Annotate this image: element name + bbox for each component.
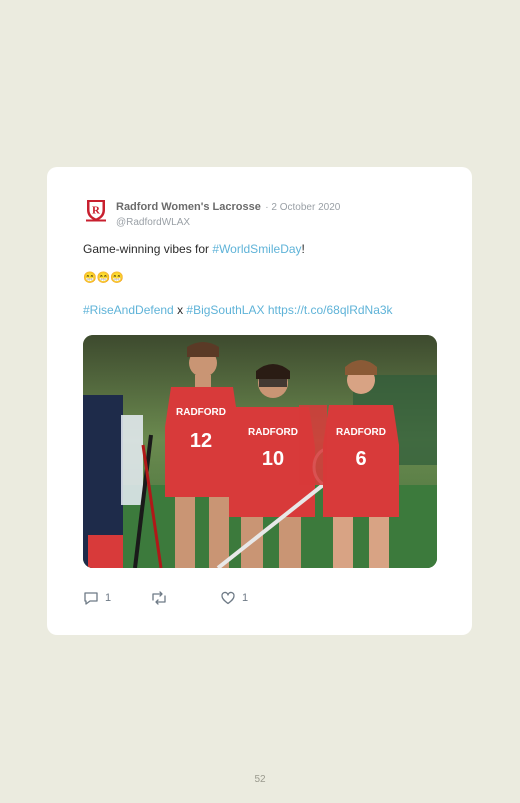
svg-text:RADFORD: RADFORD: [248, 427, 298, 438]
like-icon: [221, 591, 235, 605]
reply-icon: [84, 592, 98, 605]
reply-count: 1: [105, 592, 112, 604]
reply-button[interactable]: 1: [83, 590, 111, 606]
tweet-x-text: x: [173, 303, 187, 317]
tweet-text: Game-winning vibes for: [83, 242, 213, 256]
svg-text:12: 12: [190, 430, 212, 452]
author-name[interactable]: Radford Women's Lacrosse: [116, 201, 261, 213]
tweet-short-link[interactable]: https://t.co/68qlRdNa3k: [268, 303, 393, 317]
svg-text:R: R: [92, 205, 101, 217]
svg-text:RADFORD: RADFORD: [336, 427, 386, 438]
author-handle[interactable]: @RadfordWLAX: [116, 217, 340, 228]
like-count: 1: [242, 592, 249, 604]
like-button[interactable]: 1: [220, 590, 248, 606]
photo-illustration: 12 RADFORD 10 RADFORD 6 RADFORD: [83, 335, 437, 568]
svg-text:6: 6: [355, 448, 366, 470]
tweet-photo[interactable]: 12 RADFORD 10 RADFORD 6 RADFORD: [83, 335, 437, 568]
tweet-header: Radford Women's Lacrosse · 2 October 202…: [116, 197, 340, 228]
svg-text:RADFORD: RADFORD: [176, 407, 226, 418]
tweet-actions: 1 1: [83, 590, 443, 608]
tweet-date[interactable]: · 2 October 2020: [265, 202, 340, 213]
svg-text:10: 10: [262, 448, 284, 470]
hashtag-riseanddefend[interactable]: #RiseAndDefend: [83, 303, 174, 317]
retweet-icon: [152, 591, 166, 605]
tweet-emojis: 😁😁😁: [83, 272, 125, 284]
page-number: 52: [254, 774, 266, 785]
hashtag-worldsmileday[interactable]: #WorldSmileDay: [212, 242, 301, 256]
radford-logo-icon[interactable]: R: [83, 197, 109, 223]
hashtag-bigsouthlax[interactable]: #BigSouthLAX: [186, 303, 264, 317]
tweet-text-line3: #RiseAndDefend x #BigSouthLAX https://t.…: [83, 303, 393, 317]
retweet-button[interactable]: [150, 590, 168, 606]
tweet-card: R Radford Women's Lacrosse · 2 October 2…: [47, 167, 472, 635]
tweet-text-line1: Game-winning vibes for #WorldSmileDay!: [83, 242, 305, 256]
tweet-text-end: !: [301, 242, 305, 256]
